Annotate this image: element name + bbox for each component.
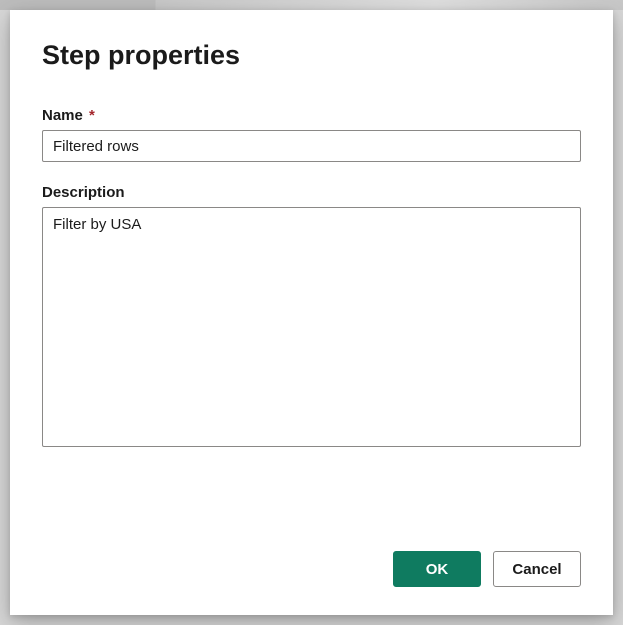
name-field-label: Name *: [42, 107, 581, 124]
description-field-label: Description: [42, 184, 581, 201]
required-asterisk: *: [89, 107, 95, 124]
backdrop-top-strip: [0, 0, 623, 10]
dialog-button-row: OK Cancel: [42, 523, 581, 587]
description-input[interactable]: [42, 207, 581, 447]
dialog-title: Step properties: [42, 40, 581, 71]
step-properties-dialog: Step properties Name * Description OK Ca…: [10, 10, 613, 615]
description-field-group: Description: [42, 184, 581, 447]
name-field-group: Name *: [42, 107, 581, 162]
name-label-text: Name: [42, 107, 83, 124]
cancel-button[interactable]: Cancel: [493, 551, 581, 587]
ok-button[interactable]: OK: [393, 551, 481, 587]
name-input[interactable]: [42, 130, 581, 162]
